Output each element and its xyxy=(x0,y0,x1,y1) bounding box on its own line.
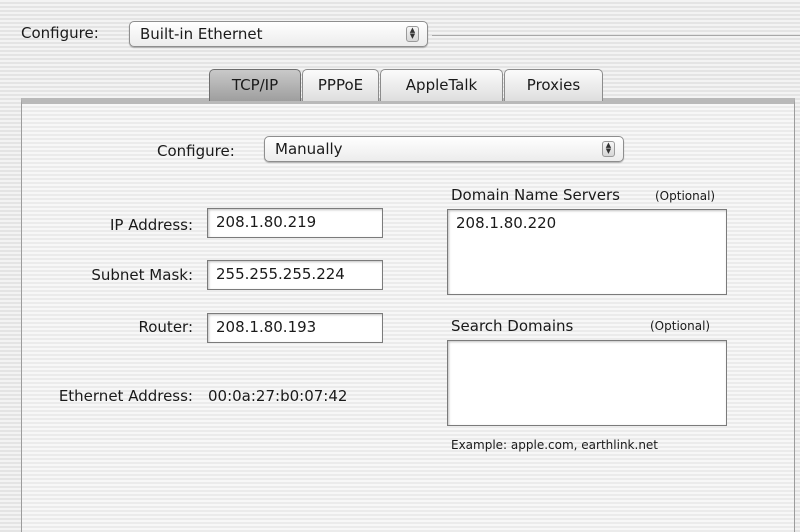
dns-servers-field[interactable]: 208.1.80.220 xyxy=(447,209,727,295)
ethernet-address-value: 00:0a:27:b0:07:42 xyxy=(208,387,348,405)
up-down-arrows-icon: ▲ ▼ xyxy=(602,141,615,157)
tab-tcpip[interactable]: TCP/IP xyxy=(209,69,301,101)
tab-appletalk[interactable]: AppleTalk xyxy=(380,69,503,101)
up-down-arrows-icon: ▲ ▼ xyxy=(406,26,419,42)
search-domains-label: Search Domains xyxy=(451,317,574,335)
subnet-mask-label: Subnet Mask: xyxy=(91,266,193,284)
search-domains-field[interactable] xyxy=(447,340,727,426)
tab-pppoe[interactable]: PPPoE xyxy=(302,69,379,101)
dns-label: Domain Name Servers xyxy=(451,186,620,204)
ethernet-address-label: Ethernet Address: xyxy=(58,387,193,405)
ipv4-configure-label: Configure: xyxy=(157,142,235,160)
router-label: Router: xyxy=(138,318,194,336)
port-configure-value: Built-in Ethernet xyxy=(140,25,263,43)
location-configure-label: Configure: xyxy=(21,24,99,42)
search-domains-optional-label: (Optional) xyxy=(650,319,711,333)
ipv4-configure-popup[interactable]: Manually ▲ ▼ xyxy=(264,136,624,162)
port-configure-popup[interactable]: Built-in Ethernet ▲ ▼ xyxy=(129,21,428,47)
tab-proxies[interactable]: Proxies xyxy=(504,69,603,101)
tab-panel xyxy=(21,98,795,532)
dns-optional-label: (Optional) xyxy=(655,189,716,203)
subnet-mask-field[interactable]: 255.255.255.224 xyxy=(207,260,383,290)
search-domains-example: Example: apple.com, earthlink.net xyxy=(451,438,659,452)
ip-address-field[interactable]: 208.1.80.219 xyxy=(207,208,383,238)
separator-line xyxy=(432,35,800,36)
ipv4-configure-value: Manually xyxy=(275,140,343,158)
router-field[interactable]: 208.1.80.193 xyxy=(207,313,383,343)
ip-address-label: IP Address: xyxy=(109,216,193,234)
